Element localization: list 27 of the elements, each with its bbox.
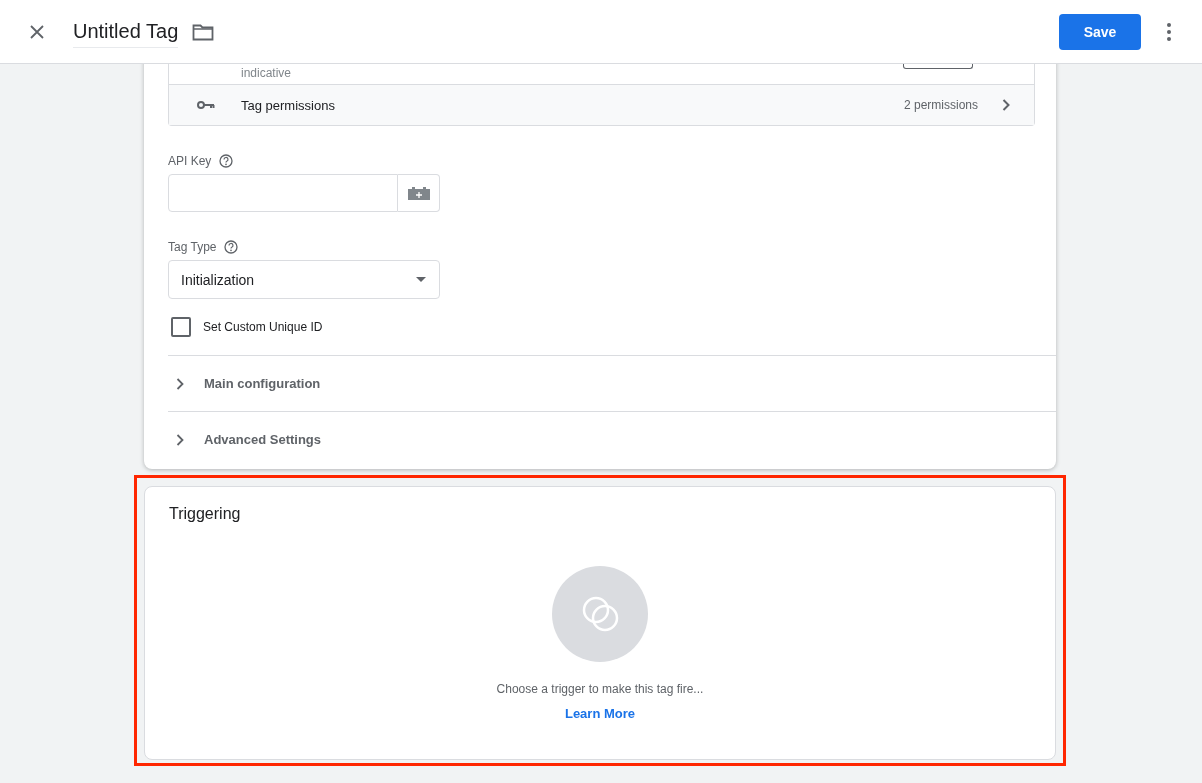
tag-type-dropdown[interactable]: Initialization bbox=[168, 260, 440, 299]
help-icon[interactable] bbox=[224, 240, 239, 254]
folder-icon[interactable] bbox=[192, 22, 215, 41]
key-icon bbox=[197, 100, 215, 110]
chevron-right-icon bbox=[1002, 99, 1010, 111]
section-header[interactable]: Advanced Settings bbox=[168, 411, 1056, 467]
api-key-field[interactable] bbox=[168, 174, 398, 212]
card-title: Triggering bbox=[169, 505, 241, 523]
save-button[interactable]: Save bbox=[1059, 13, 1141, 50]
empty-message: Choose a trigger to make this tag fire... bbox=[496, 682, 704, 696]
checkbox[interactable] bbox=[171, 317, 191, 337]
permissions-label: Tag permissions bbox=[241, 97, 335, 113]
variable-button[interactable] bbox=[398, 174, 440, 212]
variable-icon bbox=[406, 186, 431, 200]
help-icon[interactable] bbox=[219, 154, 234, 168]
field-label: API Key bbox=[168, 154, 212, 168]
learn-more-link[interactable]: Learn More bbox=[564, 706, 636, 721]
close-icon[interactable] bbox=[29, 23, 45, 40]
row-text: indicative bbox=[241, 66, 292, 80]
permissions-count: 2 permissions bbox=[903, 98, 978, 112]
dropdown-arrow-icon bbox=[416, 277, 426, 282]
checkbox-label: Set Custom Unique ID bbox=[203, 320, 323, 334]
more-icon[interactable] bbox=[1166, 21, 1172, 42]
tag-title[interactable]: Untitled Tag bbox=[73, 19, 179, 48]
permissions-row[interactable]: Tag permissions 2 permissions bbox=[169, 85, 1034, 125]
section-header[interactable]: Main configuration bbox=[168, 355, 1056, 411]
field-label: Tag Type bbox=[168, 240, 217, 254]
